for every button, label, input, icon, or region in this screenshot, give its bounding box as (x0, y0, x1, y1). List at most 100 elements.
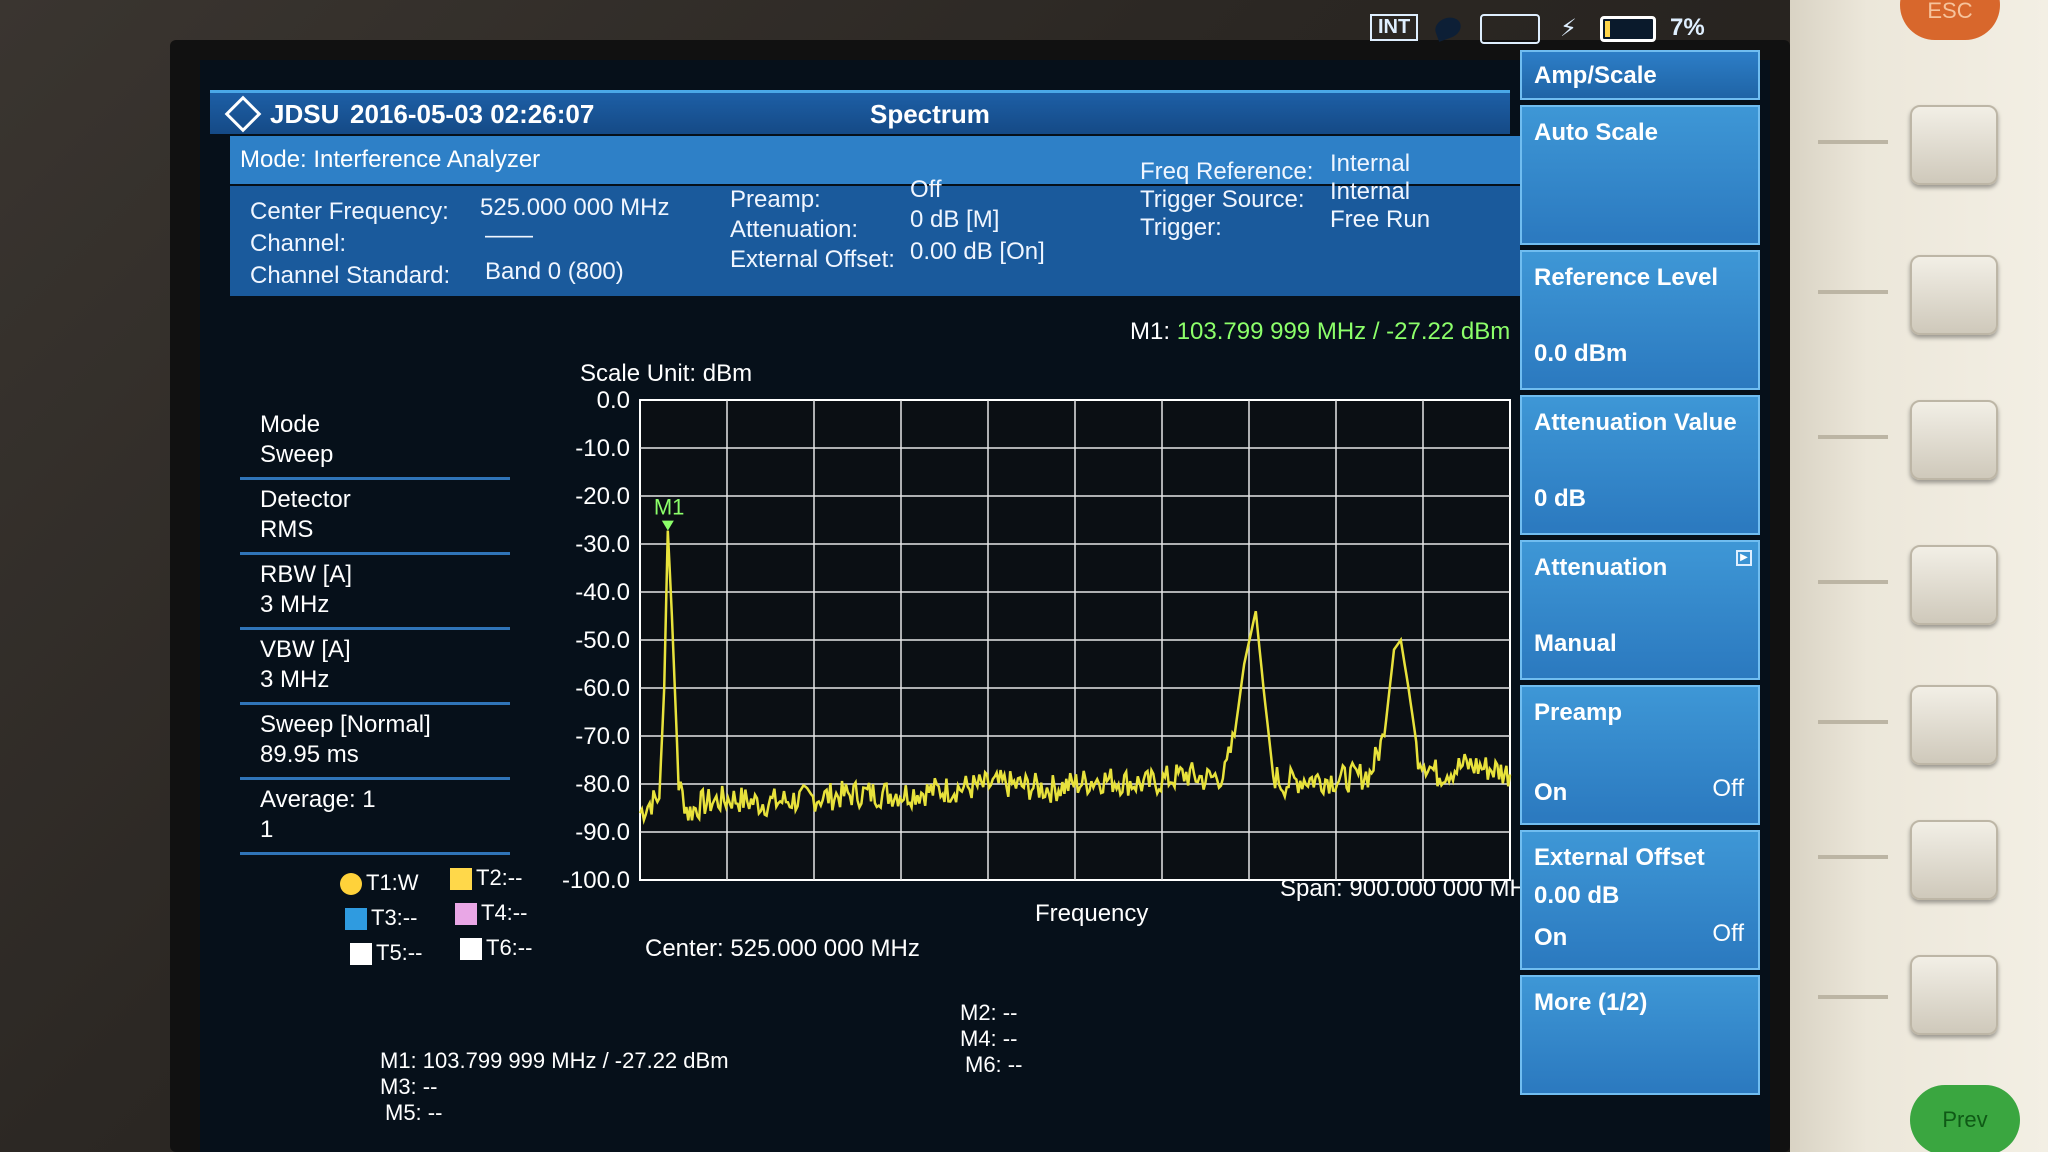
hardware-softkey-7[interactable] (1910, 955, 1998, 1035)
spectrum-graph[interactable]: 0.0 -10.0 -20.0 -30.0 -40.0 -50.0 -60.0 -70.0 -8… (500, 380, 1530, 940)
key-tick (1818, 580, 1888, 584)
param-mode[interactable]: Mode Sweep (240, 410, 510, 480)
key-tick (1818, 720, 1888, 724)
trace-t1-swatch (340, 873, 362, 896)
attenuation-value: 0 dB [M] (910, 206, 1000, 233)
freq-reference-label: Freq Reference: (1140, 158, 1314, 185)
softkey-label: Attenuation Value (1534, 409, 1737, 436)
trigger-label: Trigger: (1140, 214, 1222, 241)
trace-label: T5:-- (376, 940, 423, 965)
freq-reference-value: Internal (1330, 150, 1411, 177)
trigger-source-value: Internal (1330, 178, 1411, 205)
softkey-label: Preamp (1534, 699, 1623, 726)
softkey-preamp[interactable]: Preamp On Off (1520, 685, 1760, 825)
hardware-softkey-2[interactable] (1910, 255, 1998, 335)
preamp-value: Off (910, 176, 942, 203)
param-average[interactable]: Average: 1 1 (240, 785, 510, 855)
title-bar: JDSU 2016-05-03 02:26:07 Spectrum (210, 90, 1510, 134)
hardware-key-panel (1790, 0, 2048, 1152)
y-tick-label: -50.0 (575, 627, 630, 654)
param-rbw[interactable]: RBW [A] 3 MHz (240, 560, 510, 630)
preamp-label: Preamp: (730, 186, 821, 213)
hardware-softkey-1[interactable] (1910, 105, 1998, 185)
param-label: Sweep [Normal] (260, 711, 431, 738)
trace-t5-swatch (350, 943, 372, 966)
softkey-label: Attenuation (1534, 554, 1668, 581)
center-frequency-label: Center Frequency: (250, 198, 449, 225)
param-sweep[interactable]: Sweep [Normal] 89.95 ms (240, 710, 510, 780)
marker-m3-row: M3: -- (380, 1074, 438, 1099)
key-tick (1818, 855, 1888, 859)
softkey-auto-scale[interactable]: Auto Scale (1520, 105, 1760, 245)
attenuation-label: Attenuation: (730, 216, 859, 243)
hardware-softkey-3[interactable] (1910, 400, 1998, 480)
param-detector[interactable]: Detector RMS (240, 485, 510, 555)
param-label: Detector (260, 486, 351, 513)
span-axis-label: Span: 900.000 000 MHz (1280, 875, 1539, 902)
softkey-header-label: Amp/Scale (1534, 62, 1657, 89)
x-axis-title: Frequency (1035, 900, 1149, 927)
power-plug-icon: ⚡ (1560, 15, 1577, 42)
softkey-value: 0 dB (1534, 485, 1587, 512)
marker-readout-value: 103.799 999 MHz / -27.22 dBm (1176, 318, 1511, 345)
softkey-value: 0.00 dB (1534, 882, 1620, 909)
marker-m6-row: M6: -- (965, 1052, 1023, 1077)
trace-t5[interactable]: T5:-- (350, 940, 422, 966)
trace-t6-swatch (460, 938, 482, 961)
marker-m5-row: M5: -- (385, 1100, 443, 1125)
param-value: 1 (260, 816, 274, 843)
external-offset-off-option: Off (1712, 920, 1744, 947)
trace-t3-swatch (345, 908, 367, 931)
marker-m1-row: M1: 103.799 999 MHz / -27.22 dBm (380, 1048, 729, 1073)
param-label: RBW [A] (260, 561, 353, 588)
softkey-more[interactable]: More (1/2) (1520, 975, 1760, 1095)
param-vbw[interactable]: VBW [A] 3 MHz (240, 635, 510, 705)
softkey-value: 0.0 dBm (1534, 340, 1628, 367)
trace-t1[interactable]: T1:W (340, 870, 419, 896)
y-tick-label: -70.0 (575, 723, 630, 750)
softkey-attenuation-value[interactable]: Attenuation Value 0 dB (1520, 395, 1760, 535)
hardware-softkey-6[interactable] (1910, 820, 1998, 900)
softkey-external-offset[interactable]: External Offset 0.00 dB On Off (1520, 830, 1760, 970)
softkey-attenuation[interactable]: Attenuation ▶ Manual (1520, 540, 1760, 680)
brand-label: JDSU (270, 99, 340, 129)
channel-value: —— (485, 222, 533, 249)
param-value: 89.95 ms (260, 741, 359, 768)
jdsu-logo-icon (224, 95, 262, 133)
param-value: 3 MHz (260, 591, 330, 618)
y-tick-label: -80.0 (575, 771, 630, 798)
trace-t3[interactable]: T3:-- (345, 905, 417, 931)
y-tick-label: -30.0 (575, 531, 630, 558)
y-tick-label: -100.0 (562, 867, 630, 894)
marker-m2-row: M2: -- (960, 1000, 1018, 1025)
softkey-reference-level[interactable]: Reference Level 0.0 dBm (1520, 250, 1760, 390)
hardware-softkey-5[interactable] (1910, 685, 1998, 765)
marker-readout-label: M1: (1130, 318, 1171, 345)
param-value: RMS (260, 516, 314, 543)
param-label: VBW [A] (260, 636, 351, 663)
key-tick (1818, 995, 1888, 999)
param-value: Sweep (260, 441, 334, 468)
marker-m1-label: M1 (654, 495, 685, 520)
y-tick-label: -10.0 (575, 435, 630, 462)
mode-label: Mode: Interference Analyzer (240, 146, 541, 173)
hardware-softkey-4[interactable] (1910, 545, 1998, 625)
external-offset-value: 0.00 dB [On] (910, 238, 1045, 265)
center-frequency-axis-label: Center: 525.000 000 MHz (645, 935, 920, 962)
channel-standard-value: Band 0 (800) (485, 258, 624, 285)
param-label: Mode (260, 411, 321, 438)
y-tick-label: -90.0 (575, 819, 630, 846)
softkey-label: External Offset (1534, 844, 1705, 871)
battery-icon (1600, 16, 1656, 42)
submenu-arrow-icon: ▶ (1736, 550, 1752, 566)
marker-m4-row: M4: -- (960, 1026, 1018, 1051)
softkey-menu-header: Amp/Scale (1520, 50, 1760, 100)
y-tick-label: -40.0 (575, 579, 630, 606)
param-value: 3 MHz (260, 666, 330, 693)
marker-readout: M1: 103.799 999 MHz / -27.22 dBm (1130, 318, 1510, 346)
softkey-label: Auto Scale (1534, 119, 1659, 146)
usb-icon (1480, 14, 1540, 44)
trigger-value: Free Run (1330, 206, 1431, 233)
prev-button[interactable]: Prev (1910, 1085, 2020, 1152)
softkey-menu: Amp/Scale Auto Scale Reference Level 0.0… (1520, 50, 1760, 1100)
